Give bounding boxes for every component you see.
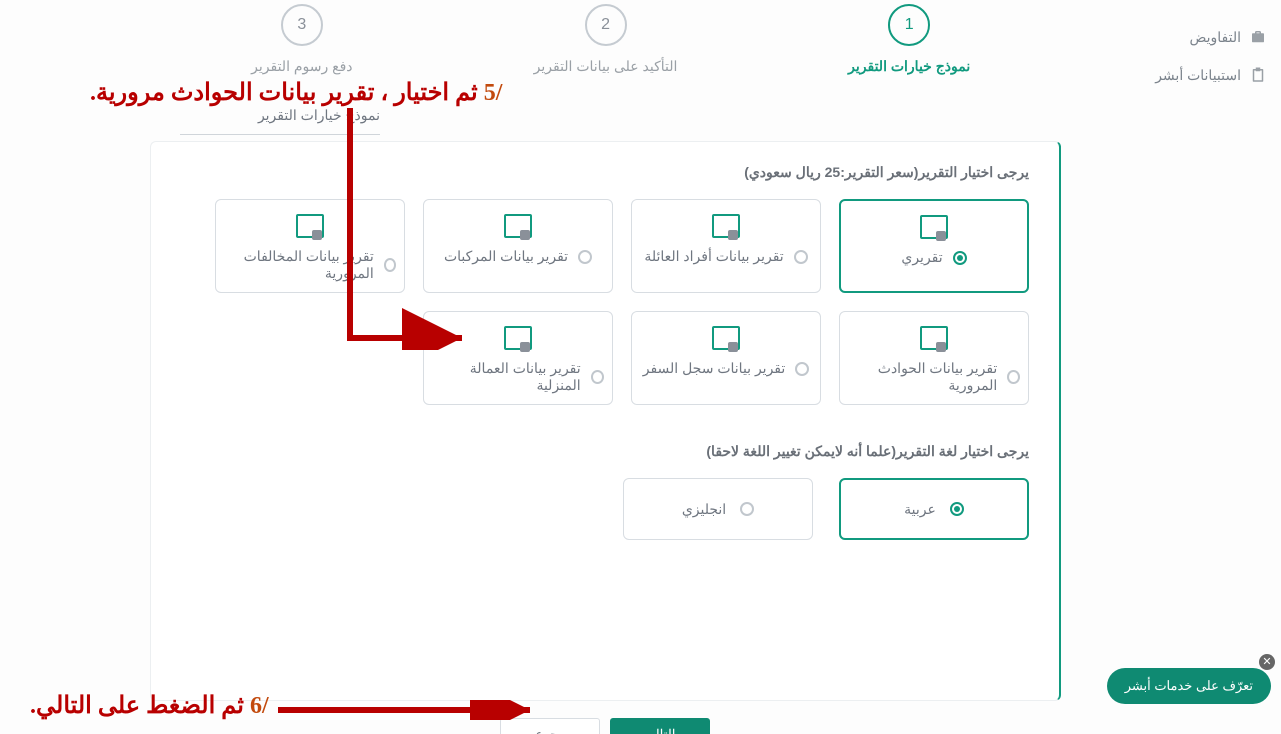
sidebar-item-label: استبيانات أبشر xyxy=(1155,67,1241,84)
radio-icon xyxy=(591,370,604,384)
radio-icon xyxy=(950,502,964,516)
footer-buttons: التالي رجوع xyxy=(500,718,710,734)
help-close-icon[interactable]: ✕ xyxy=(1259,654,1275,670)
report-option-violations[interactable]: تقرير بيانات المخالفات المرورية xyxy=(215,199,405,293)
annotation-step6: /6 ثم الضغط على التالي. xyxy=(30,691,269,720)
annotation-text: ثم اختيار ، تقرير بيانات الحوادث مرورية. xyxy=(90,80,478,106)
annotation-text: ثم الضغط على التالي. xyxy=(30,693,244,719)
report-icon xyxy=(920,215,948,239)
next-button[interactable]: التالي xyxy=(610,718,710,734)
radio-icon xyxy=(384,258,396,272)
radio-icon xyxy=(794,250,808,264)
step-2: 2 التأكيد على بيانات التقرير xyxy=(454,4,758,75)
report-icon xyxy=(920,326,948,350)
report-option-grid: تقريري تقرير بيانات أفراد العائلة تقرير … xyxy=(181,199,1029,405)
report-option-travel[interactable]: تقرير بيانات سجل السفر xyxy=(631,311,821,405)
annotation-arrow-6 xyxy=(278,700,548,720)
annotation-number: /5 xyxy=(484,80,503,106)
radio-icon xyxy=(795,362,809,376)
viewport: التفاويض استبيانات أبشر ✕ تعرّف على خدما… xyxy=(0,0,1281,734)
sidebar-item-delegations[interactable]: التفاويض xyxy=(1115,18,1267,56)
option-label: تقرير بيانات العمالة المنزلية xyxy=(432,360,581,394)
option-label: تقرير بيانات أفراد العائلة xyxy=(644,248,783,265)
step-circle: 3 xyxy=(281,4,323,46)
report-option-family[interactable]: تقرير بيانات أفراد العائلة xyxy=(631,199,821,293)
option-label: عربية xyxy=(904,501,936,518)
option-label: انجليزي xyxy=(682,501,726,518)
radio-icon xyxy=(1007,370,1020,384)
report-icon xyxy=(296,214,324,238)
back-button[interactable]: رجوع xyxy=(500,718,600,734)
sidebar-item-label: التفاويض xyxy=(1189,29,1241,46)
report-icon xyxy=(504,326,532,350)
briefcase-icon xyxy=(1249,28,1267,46)
sidebar-item-surveys[interactable]: استبيانات أبشر xyxy=(1115,56,1267,94)
radio-icon xyxy=(578,250,592,264)
report-option-vehicles[interactable]: تقرير بيانات المركبات xyxy=(423,199,613,293)
language-title: يرجى اختيار لغة التقرير(علما أنه لايمكن … xyxy=(181,443,1029,460)
step-circle: 1 xyxy=(888,4,930,46)
language-option-english[interactable]: انجليزي xyxy=(623,478,813,540)
radio-icon xyxy=(740,502,754,516)
stepper: 3 دفع رسوم التقرير 2 التأكيد على بيانات … xyxy=(120,0,1091,85)
sidebar: التفاويض استبيانات أبشر xyxy=(1101,0,1281,112)
report-option-my-report[interactable]: تقريري xyxy=(839,199,1029,293)
option-label: تقرير بيانات سجل السفر xyxy=(643,360,786,377)
step-3: 3 دفع رسوم التقرير xyxy=(150,4,454,75)
report-icon xyxy=(712,214,740,238)
clipboard-icon xyxy=(1249,66,1267,84)
language-option-arabic[interactable]: عربية xyxy=(839,478,1029,540)
option-label: تقريري xyxy=(901,249,942,266)
report-card: يرجى اختيار التقرير(سعر التقرير:25 ريال … xyxy=(150,141,1061,701)
option-label: تقرير بيانات المركبات xyxy=(444,248,568,265)
step-label: التأكيد على بيانات التقرير xyxy=(534,58,678,75)
step-label: نموذج خيارات التقرير xyxy=(848,58,970,75)
language-row: عربية انجليزي xyxy=(181,478,1029,540)
report-icon xyxy=(504,214,532,238)
step-label: دفع رسوم التقرير xyxy=(251,58,352,75)
report-title: يرجى اختيار التقرير(سعر التقرير:25 ريال … xyxy=(181,164,1029,181)
report-option-domestic-labor[interactable]: تقرير بيانات العمالة المنزلية xyxy=(423,311,613,405)
option-label: تقرير بيانات المخالفات المرورية xyxy=(224,248,374,282)
step-1: 1 نموذج خيارات التقرير xyxy=(757,4,1061,75)
option-label: تقرير بيانات الحوادث المرورية xyxy=(848,360,997,394)
annotation-step5: /5 ثم اختيار ، تقرير بيانات الحوادث مرور… xyxy=(90,78,502,107)
radio-icon xyxy=(953,251,967,265)
step-circle: 2 xyxy=(585,4,627,46)
report-icon xyxy=(712,326,740,350)
help-pill[interactable]: تعرّف على خدمات أبشر xyxy=(1107,668,1271,704)
report-option-accidents[interactable]: تقرير بيانات الحوادث المرورية xyxy=(839,311,1029,405)
annotation-number: /6 xyxy=(250,693,269,719)
